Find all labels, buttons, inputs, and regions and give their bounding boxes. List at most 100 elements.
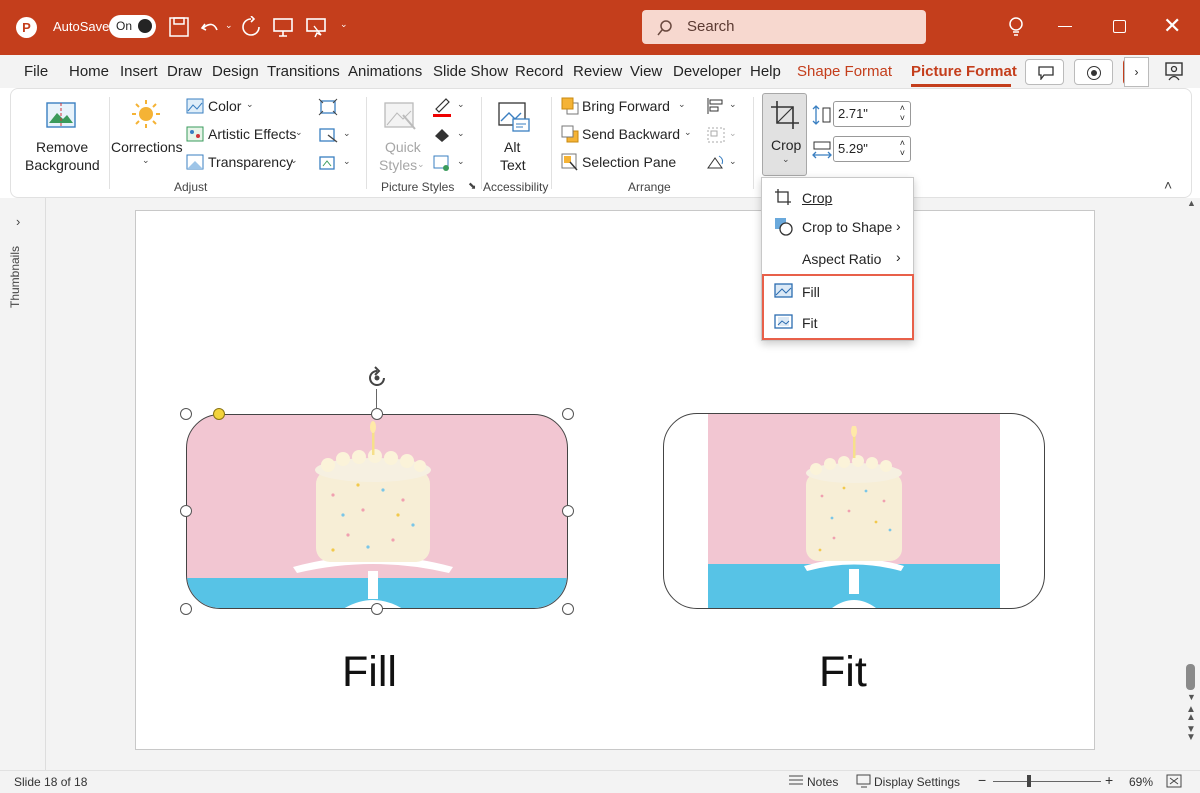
- customize-toolbar-icon[interactable]: ⌄: [340, 19, 348, 30]
- change-picture-icon[interactable]: [318, 126, 338, 144]
- tab-insert[interactable]: Insert: [120, 63, 158, 80]
- expand-thumbnails-icon[interactable]: ›: [16, 214, 20, 229]
- scroll-thumb[interactable]: [1186, 664, 1195, 690]
- record-button[interactable]: [1074, 59, 1113, 85]
- resize-handle-sw[interactable]: [180, 603, 192, 615]
- height-spinner[interactable]: 2.71" ˄ ˅: [833, 101, 911, 127]
- picture-border-icon[interactable]: [432, 97, 452, 117]
- feedback-icon[interactable]: [1164, 61, 1184, 81]
- tab-review[interactable]: Review: [573, 63, 622, 80]
- notes-button[interactable]: Notes: [807, 775, 838, 789]
- send-backward-button[interactable]: Send Backward ⌄: [561, 125, 701, 145]
- spin-up-icon[interactable]: ˄: [900, 103, 905, 113]
- notes-icon[interactable]: [788, 774, 804, 788]
- picture-effects-chevron-icon[interactable]: ⌄: [457, 128, 465, 139]
- tab-home[interactable]: Home: [69, 63, 109, 80]
- rotate-handle-icon[interactable]: [365, 366, 389, 390]
- lightbulb-icon[interactable]: [1006, 16, 1026, 38]
- adjustment-handle[interactable]: [213, 408, 225, 420]
- scroll-down-icon[interactable]: ▼: [1187, 692, 1196, 702]
- remove-background-button[interactable]: Remove Background: [15, 93, 105, 173]
- slideshow-icon[interactable]: [305, 16, 327, 38]
- fit-slide-icon[interactable]: [1166, 774, 1182, 788]
- tab-slide-show[interactable]: Slide Show: [433, 63, 508, 80]
- artistic-effects-button[interactable]: Artistic Effects ⌄: [186, 125, 311, 145]
- resize-handle-e[interactable]: [562, 505, 574, 517]
- save-icon[interactable]: [168, 16, 190, 38]
- menu-item-aspect-ratio[interactable]: Aspect Ratio ›: [762, 243, 913, 273]
- resize-handle-s[interactable]: [371, 603, 383, 615]
- reset-picture-icon[interactable]: [318, 154, 338, 172]
- resize-handle-w[interactable]: [180, 505, 192, 517]
- tab-shape-format[interactable]: Shape Format: [797, 63, 892, 80]
- tab-picture-format[interactable]: Picture Format: [911, 63, 1017, 80]
- picture-layout-chevron-icon[interactable]: ⌄: [457, 156, 465, 167]
- menu-item-fit[interactable]: Fit: [764, 309, 912, 337]
- selection-pane-button[interactable]: Selection Pane: [561, 153, 691, 173]
- menu-item-crop-to-shape[interactable]: Crop to Shape ›: [762, 212, 913, 242]
- alt-text-button[interactable]: Alt Text: [489, 93, 539, 173]
- fill-picture[interactable]: [186, 414, 568, 609]
- display-settings-button[interactable]: Display Settings: [874, 775, 960, 789]
- minimize-button[interactable]: [1058, 26, 1072, 27]
- rotate-chevron-icon[interactable]: ⌄: [729, 156, 737, 167]
- previous-slide-icon[interactable]: ▲ ▲: [1186, 705, 1196, 723]
- width-spinner[interactable]: 5.29" ˄ ˅: [833, 136, 911, 162]
- transparency-button[interactable]: Transparency ⌄: [186, 153, 311, 173]
- search-box[interactable]: Search: [642, 10, 926, 44]
- rotate-icon[interactable]: [706, 154, 726, 172]
- fit-picture[interactable]: [663, 413, 1045, 609]
- zoom-slider-track[interactable]: [993, 781, 1101, 782]
- tab-design[interactable]: Design: [212, 63, 259, 80]
- redo-icon[interactable]: [240, 16, 262, 38]
- fill-caption[interactable]: Fill: [342, 648, 397, 697]
- collapse-ribbon-icon[interactable]: ˄: [1164, 177, 1172, 193]
- undo-dropdown-icon[interactable]: ⌄: [225, 20, 233, 31]
- present-icon[interactable]: [272, 16, 294, 38]
- overflow-button[interactable]: ›: [1124, 57, 1149, 87]
- tab-animations[interactable]: Animations: [348, 63, 422, 80]
- resize-handle-se[interactable]: [562, 603, 574, 615]
- picture-border-chevron-icon[interactable]: ⌄: [457, 99, 465, 110]
- resize-handle-ne[interactable]: [562, 408, 574, 420]
- zoom-out-button[interactable]: −: [978, 772, 986, 788]
- align-icon[interactable]: [706, 97, 726, 115]
- tab-view[interactable]: View: [630, 63, 662, 80]
- vertical-scrollbar[interactable]: ▲ ▼ ▲ ▲ ▼ ▼: [1182, 198, 1200, 770]
- picture-effects-icon[interactable]: [432, 126, 452, 144]
- corrections-button[interactable]: Corrections ⌄: [111, 93, 183, 173]
- picture-styles-launcher-icon[interactable]: ⬊: [468, 181, 476, 192]
- tab-file[interactable]: File: [24, 63, 48, 80]
- menu-item-fill[interactable]: Fill: [764, 278, 912, 306]
- spin-down-icon[interactable]: ˅: [900, 148, 905, 158]
- zoom-in-button[interactable]: +: [1105, 772, 1113, 788]
- align-chevron-icon[interactable]: ⌄: [729, 99, 737, 110]
- display-settings-icon[interactable]: [856, 774, 872, 788]
- zoom-slider-thumb[interactable]: [1027, 775, 1031, 787]
- picture-layout-icon[interactable]: [432, 154, 452, 172]
- compress-pictures-icon[interactable]: [318, 98, 338, 116]
- autosave-toggle[interactable]: On: [109, 15, 156, 38]
- fit-caption[interactable]: Fit: [819, 648, 867, 697]
- scroll-up-icon[interactable]: ▲: [1187, 198, 1196, 208]
- tab-developer[interactable]: Developer: [673, 63, 741, 80]
- tab-draw[interactable]: Draw: [167, 63, 202, 80]
- resize-handle-nw[interactable]: [180, 408, 192, 420]
- maximize-button[interactable]: [1113, 20, 1126, 33]
- next-slide-icon[interactable]: ▼ ▼: [1186, 725, 1196, 743]
- resize-handle-n[interactable]: [371, 408, 383, 420]
- tab-record[interactable]: Record: [515, 63, 563, 80]
- comments-button[interactable]: [1025, 59, 1064, 85]
- color-button[interactable]: Color ⌄: [186, 97, 266, 117]
- bring-forward-button[interactable]: Bring Forward ⌄: [561, 97, 691, 117]
- reset-picture-chevron-icon[interactable]: ⌄: [343, 156, 351, 167]
- tab-transitions[interactable]: Transitions: [267, 63, 340, 80]
- crop-button[interactable]: Crop ⌄: [762, 93, 807, 176]
- change-picture-chevron-icon[interactable]: ⌄: [343, 128, 351, 139]
- spin-down-icon[interactable]: ˅: [900, 113, 905, 123]
- tab-help[interactable]: Help: [750, 63, 781, 80]
- spin-up-icon[interactable]: ˄: [900, 138, 905, 148]
- menu-item-crop[interactable]: Crop: [762, 182, 913, 212]
- undo-icon[interactable]: [199, 16, 221, 38]
- thumbnails-label[interactable]: Thumbnails: [8, 246, 22, 308]
